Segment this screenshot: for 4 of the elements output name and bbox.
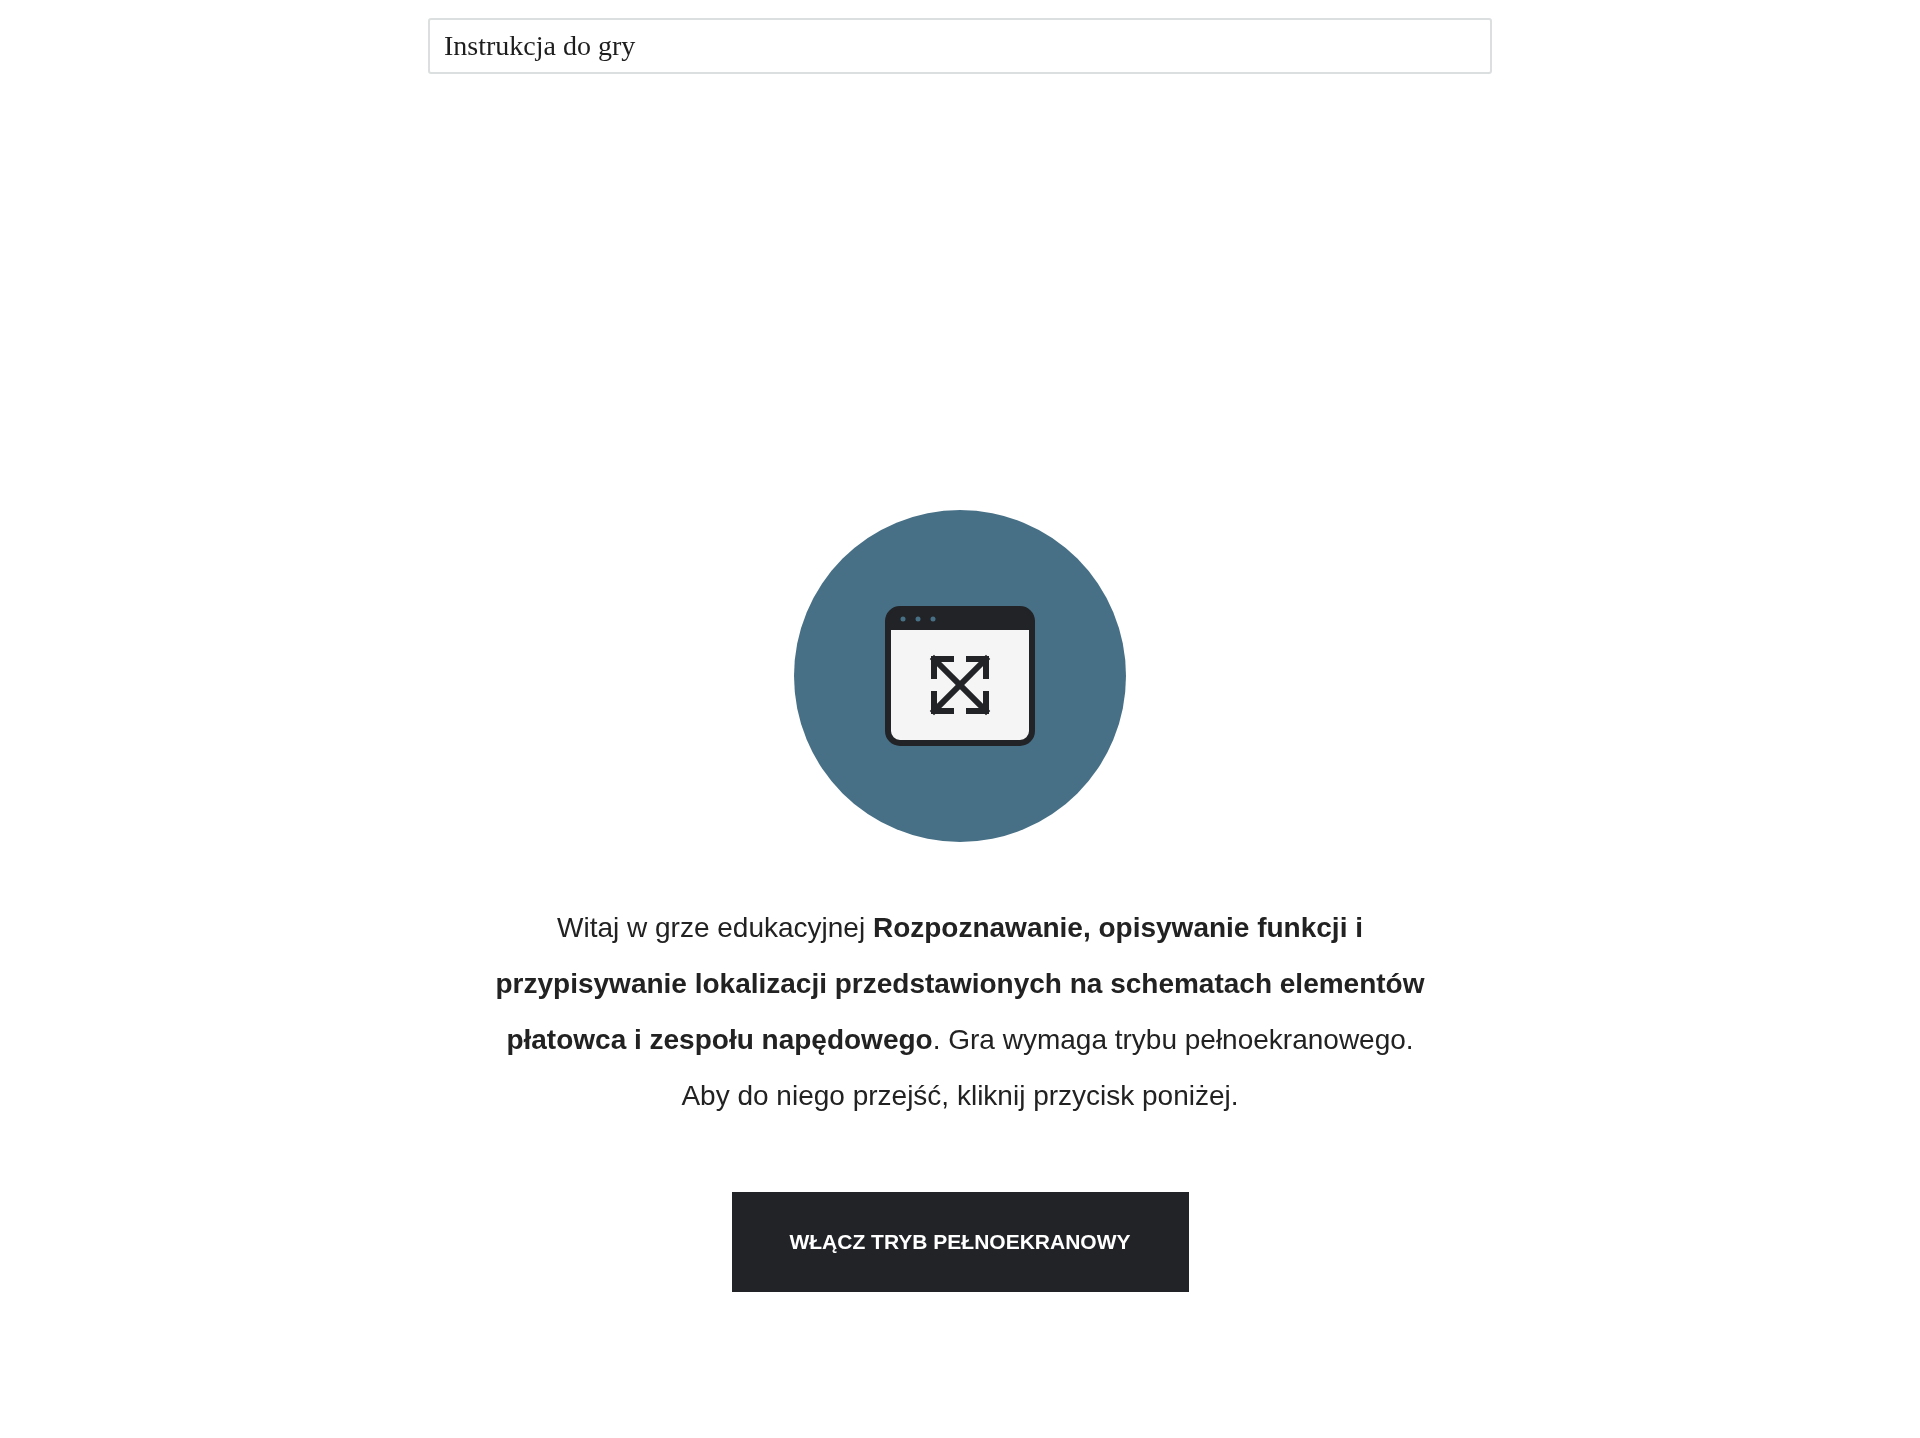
fullscreen-window-icon [885,606,1035,746]
intro-paragraph: Witaj w grze edukacyjnej Rozpoznawanie, opisywanie funkcji i przypisywanie lokalizacji przedstawionych na schematach elementów płatowca i zespołu napędowego. Gra wymaga trybu pełnoekranowego. Aby do niego przejść, kliknij przycisk poniżej. [494,911,1426,1113]
fullscreen-button[interactable]: WŁĄCZ TRYB PEŁNOEKRANOWY [731,1192,1189,1292]
instructions-toggle[interactable]: Instrukcja do gry [428,18,1492,74]
